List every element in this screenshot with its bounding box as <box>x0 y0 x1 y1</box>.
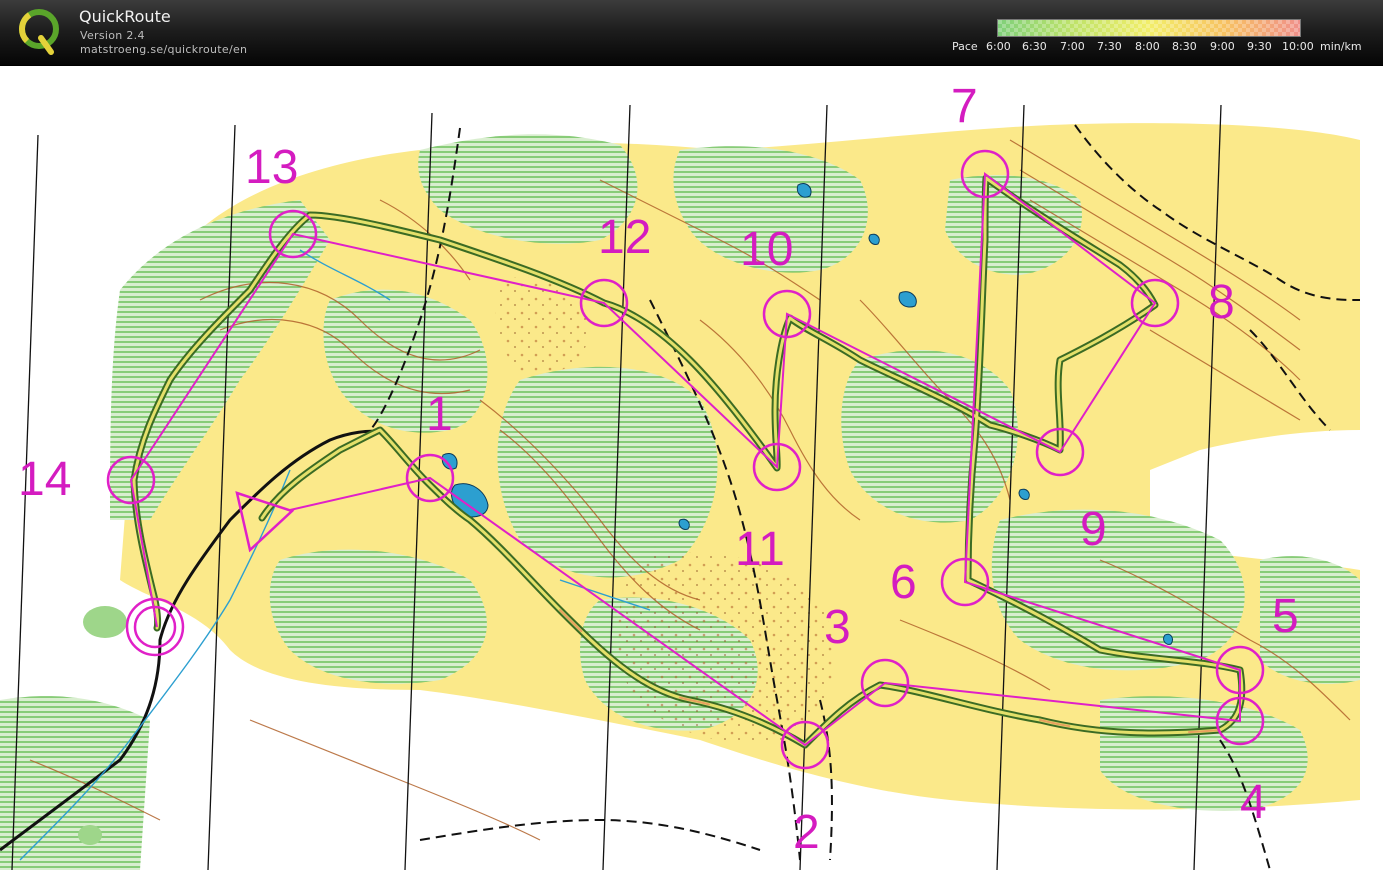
app-header: QuickRoute Version 2.4 matstroeng.se/qui… <box>0 0 1383 65</box>
app-url: matstroeng.se/quickroute/en <box>80 43 248 56</box>
pace-label: Pace <box>952 40 978 53</box>
control-number-1: 1 <box>426 388 453 441</box>
pace-tick: 9:00 <box>1210 40 1235 53</box>
control-number-7: 7 <box>951 80 978 133</box>
pace-tick: 8:00 <box>1135 40 1160 53</box>
app-version: Version 2.4 <box>80 29 145 42</box>
control-number-6: 6 <box>890 556 917 609</box>
pace-tick: 7:30 <box>1097 40 1122 53</box>
control-number-5: 5 <box>1272 590 1299 643</box>
control-number-11: 11 <box>735 523 785 576</box>
pace-unit: min/km <box>1320 40 1362 53</box>
control-number-4: 4 <box>1240 776 1267 829</box>
control-number-13: 13 <box>245 141 298 194</box>
quickroute-logo-icon <box>19 9 59 55</box>
pace-tick: 9:30 <box>1247 40 1272 53</box>
pace-tick: 10:00 <box>1282 40 1314 53</box>
control-number-9: 9 <box>1080 503 1107 556</box>
app-name: QuickRoute <box>79 7 171 26</box>
pace-color-bar <box>997 19 1301 37</box>
control-number-2: 2 <box>793 806 820 859</box>
control-number-12: 12 <box>598 211 651 264</box>
control-number-8: 8 <box>1208 276 1235 329</box>
pace-tick: 6:30 <box>1022 40 1047 53</box>
pace-tick: 7:00 <box>1060 40 1085 53</box>
pace-tick: 8:30 <box>1172 40 1197 53</box>
control-number-3: 3 <box>824 601 851 654</box>
control-number-14: 14 <box>18 453 71 506</box>
control-number-10: 10 <box>740 223 793 276</box>
orienteering-map[interactable]: 1234567891011121314 <box>0 66 1383 877</box>
pace-tick: 6:00 <box>986 40 1011 53</box>
